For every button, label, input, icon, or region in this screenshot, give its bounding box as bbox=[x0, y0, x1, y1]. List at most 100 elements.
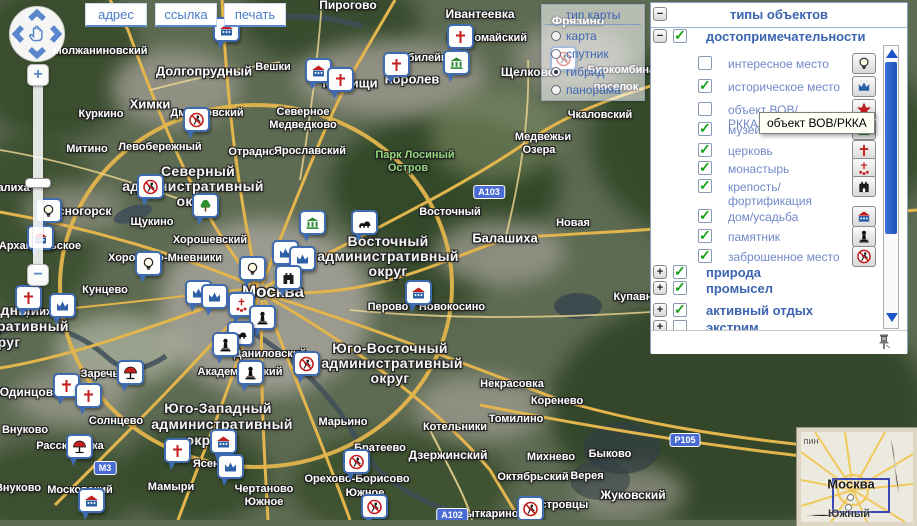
map-marker-abandoned-icon[interactable] bbox=[517, 496, 544, 520]
map-marker-fortress-icon[interactable] bbox=[275, 265, 302, 290]
legend-item-checkbox[interactable] bbox=[698, 56, 712, 70]
category-checkbox[interactable] bbox=[673, 29, 687, 43]
map-marker-bulb-icon[interactable] bbox=[135, 251, 162, 276]
expand-category-button[interactable]: + bbox=[653, 303, 667, 317]
map-marker-church-icon[interactable] bbox=[327, 67, 354, 92]
map-marker-crown-icon[interactable] bbox=[49, 293, 76, 318]
map-marker-bulb-icon[interactable] bbox=[239, 256, 266, 281]
map-marker-crown-icon[interactable] bbox=[201, 284, 228, 309]
map-label: Октябрьский bbox=[497, 471, 568, 483]
radio-icon[interactable] bbox=[551, 67, 561, 77]
expand-category-button[interactable]: + bbox=[653, 281, 667, 295]
scroll-down-icon[interactable] bbox=[886, 313, 898, 322]
map-marker-abandoned-icon[interactable] bbox=[137, 174, 164, 199]
map-label: Южное bbox=[245, 496, 284, 508]
map-label: Внуково bbox=[0, 482, 41, 494]
map-marker-museum-icon[interactable] bbox=[443, 50, 470, 75]
map-marker-house-icon[interactable] bbox=[78, 488, 105, 513]
map-label: Пирогово bbox=[319, 0, 376, 12]
legend-item-checkbox[interactable] bbox=[698, 161, 712, 175]
legend-item-bulb-icon[interactable] bbox=[852, 53, 876, 74]
minimap-node bbox=[847, 494, 854, 501]
map-marker-abandoned-icon[interactable] bbox=[343, 449, 370, 474]
map-label: Котельники bbox=[423, 421, 487, 433]
zoom-slider-thumb[interactable] bbox=[25, 178, 51, 188]
map-type-option-label: панорама bbox=[566, 83, 621, 97]
radio-icon[interactable] bbox=[551, 85, 561, 95]
map-marker-abandoned-icon[interactable] bbox=[183, 107, 210, 132]
map-marker-abandoned-icon[interactable] bbox=[361, 494, 388, 519]
map-marker-crown-icon[interactable] bbox=[217, 454, 244, 479]
map-marker-house-icon[interactable] bbox=[405, 280, 432, 305]
category-checkbox[interactable] bbox=[673, 281, 687, 295]
map-label: Михнево bbox=[527, 451, 575, 463]
expand-category-button[interactable]: + bbox=[653, 265, 667, 279]
map-marker-monument-icon[interactable] bbox=[212, 332, 239, 357]
map-type-option[interactable]: спутник bbox=[551, 47, 644, 61]
legend-item-abandoned-icon[interactable] bbox=[852, 246, 876, 267]
radio-icon[interactable] bbox=[551, 31, 561, 41]
map-marker-animals-icon[interactable] bbox=[351, 210, 378, 235]
map-label: округ bbox=[368, 263, 407, 279]
map-label: Некрасовка bbox=[480, 378, 544, 390]
legend-item-monument-icon[interactable] bbox=[852, 226, 876, 247]
map-type-option[interactable]: гибрид bbox=[551, 65, 644, 79]
zoom-out-button[interactable]: − bbox=[27, 264, 49, 286]
map-label: административный bbox=[321, 355, 463, 371]
link-button[interactable]: ссылка bbox=[155, 3, 217, 27]
legend-item-checkbox[interactable] bbox=[698, 179, 712, 193]
map-label: Хорошевский bbox=[173, 234, 247, 246]
map-label: Митино bbox=[66, 143, 107, 155]
map-marker-church-icon[interactable] bbox=[447, 24, 474, 49]
scroll-up-icon[interactable] bbox=[886, 49, 898, 58]
map-label: Парк Лосиный bbox=[375, 149, 454, 161]
print-button[interactable]: печать bbox=[224, 3, 286, 27]
legend-item-checkbox[interactable] bbox=[698, 122, 712, 136]
pushpin-icon[interactable] bbox=[875, 333, 893, 351]
overview-minimap[interactable]: пин Москва Южный bbox=[797, 428, 917, 526]
legend-item-checkbox[interactable] bbox=[698, 102, 712, 116]
category-checkbox[interactable] bbox=[673, 303, 687, 317]
map-label: Восточный bbox=[419, 206, 481, 218]
collapse-category-button[interactable]: − bbox=[653, 29, 667, 43]
map-type-option[interactable]: карта bbox=[551, 29, 644, 43]
map-marker-church-icon[interactable] bbox=[164, 438, 191, 463]
map-marker-tree-icon[interactable] bbox=[192, 193, 219, 218]
radio-icon[interactable] bbox=[551, 49, 561, 59]
legend-item-checkbox[interactable] bbox=[698, 143, 712, 157]
map-marker-house-icon[interactable] bbox=[210, 429, 237, 454]
panel-scrollbar[interactable] bbox=[883, 45, 899, 329]
address-button[interactable]: адрес bbox=[85, 3, 147, 27]
legend-item-checkbox[interactable] bbox=[698, 79, 712, 93]
map-label: Юго-Западный bbox=[164, 400, 272, 416]
map-marker-church-icon[interactable] bbox=[15, 285, 42, 310]
map-marker-church-icon[interactable] bbox=[75, 383, 102, 408]
map-marker-church-icon[interactable] bbox=[383, 52, 410, 77]
legend-item-crown-icon[interactable] bbox=[852, 76, 876, 97]
map-label: Чкаловский bbox=[568, 109, 633, 121]
map-marker-monument-icon[interactable] bbox=[237, 360, 264, 385]
pan-control[interactable] bbox=[6, 3, 68, 70]
scrollbar-thumb[interactable] bbox=[885, 62, 897, 234]
legend-item-label: крепость/фортификация bbox=[728, 180, 812, 208]
category-checkbox[interactable] bbox=[673, 265, 687, 279]
category-label: достопримечательности bbox=[706, 29, 866, 44]
map-marker-umbrella-icon[interactable] bbox=[66, 434, 93, 459]
zoom-slider-track[interactable] bbox=[33, 78, 43, 272]
map-label: Жуковский bbox=[600, 488, 665, 502]
map-marker-abandoned-icon[interactable] bbox=[293, 351, 320, 376]
object-types-panel: − типы объектов −достопримечательностиин… bbox=[650, 2, 908, 353]
panel-footer bbox=[651, 330, 907, 354]
map-type-option[interactable]: панорама bbox=[551, 83, 644, 97]
map-type-title: тип карты bbox=[545, 5, 641, 25]
legend-item-label: монастырь bbox=[728, 162, 789, 176]
legend-item-checkbox[interactable] bbox=[698, 249, 712, 263]
legend-item-house-icon[interactable] bbox=[852, 206, 876, 227]
legend-item-checkbox[interactable] bbox=[698, 209, 712, 223]
legend-item-checkbox[interactable] bbox=[698, 229, 712, 243]
map-marker-museum-icon[interactable] bbox=[299, 210, 326, 235]
map-label: административный bbox=[317, 248, 459, 264]
legend-item-fortress-icon[interactable] bbox=[852, 176, 876, 197]
map-marker-umbrella-icon[interactable] bbox=[117, 360, 144, 385]
zoom-in-button[interactable]: + bbox=[27, 64, 49, 86]
